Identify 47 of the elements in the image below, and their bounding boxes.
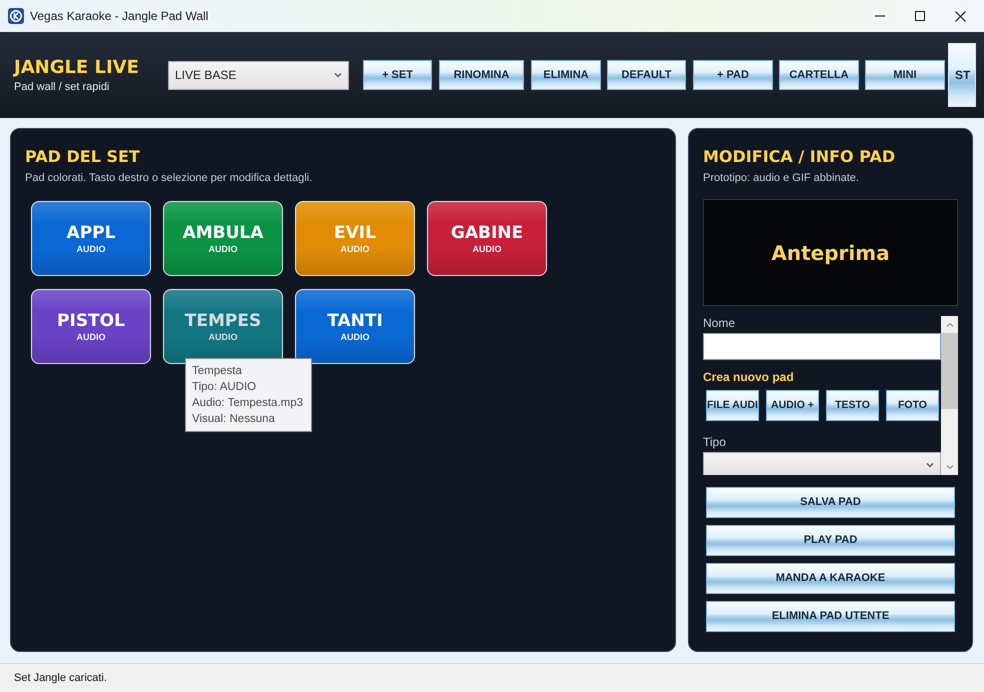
- sound-pad[interactable]: TANTI AUDIO: [295, 289, 415, 364]
- scroll-up-icon[interactable]: [946, 322, 954, 328]
- maximize-icon[interactable]: [915, 11, 925, 21]
- scroll-down-icon[interactable]: [946, 464, 954, 470]
- chevron-down-icon: [926, 462, 934, 468]
- name-input-field[interactable]: [703, 333, 941, 360]
- tooltip: Tempesta Tipo: AUDIO Audio: Tempesta.mp3 Visual: Nessuna: [185, 358, 312, 432]
- close-icon[interactable]: [955, 10, 966, 22]
- status-text: Set Jangle caricati.: [0, 663, 984, 692]
- create-button[interactable]: TESTO: [826, 390, 879, 421]
- create-button[interactable]: FILE AUDI: [706, 390, 759, 421]
- toolbar-button[interactable]: MINI: [865, 60, 945, 90]
- sound-pad[interactable]: GABINE AUDIO: [427, 201, 547, 276]
- toolbar-button[interactable]: CARTELLA: [779, 60, 859, 90]
- toolbar-button[interactable]: + PAD: [693, 60, 773, 90]
- action-button[interactable]: ELIMINA PAD UTENTE: [706, 601, 955, 632]
- sound-pad[interactable]: APPL AUDIO: [31, 201, 151, 276]
- sound-pad[interactable]: PISTOL AUDIO: [31, 289, 151, 364]
- create-button[interactable]: FOTO: [886, 390, 939, 421]
- field-label: Tipo: [703, 435, 727, 449]
- panel-title: MODIFICA / INFO PAD: [703, 147, 896, 167]
- panel-subtitle: Prototipo: audio e GIF abbinate.: [703, 171, 860, 185]
- chevron-down-icon: [334, 72, 342, 78]
- scrollbar[interactable]: [941, 316, 958, 475]
- toolbar-button[interactable]: + SET: [363, 60, 432, 90]
- app-brand-title: JANGLE LIVE: [14, 56, 140, 78]
- scrollbar-thumb[interactable]: [941, 333, 958, 409]
- section-label: Crea nuovo pad: [703, 370, 795, 384]
- field-label: Nome: [703, 316, 736, 330]
- panel-title: PAD DEL SET: [25, 147, 141, 167]
- action-button[interactable]: SALVA PAD: [706, 487, 955, 518]
- set-select[interactable]: LIVE BASE: [168, 60, 349, 90]
- action-button[interactable]: PLAY PAD: [706, 525, 955, 556]
- sound-pad[interactable]: TEMPES AUDIO: [163, 289, 283, 364]
- action-button[interactable]: MANDA A KARAOKE: [706, 563, 955, 594]
- sound-pad[interactable]: AMBULA AUDIO: [163, 201, 283, 276]
- preview-label: Anteprima: [771, 240, 890, 266]
- toolbar-button[interactable]: DEFAULT: [607, 60, 686, 90]
- window-title: Vegas Karaoke - Jangle Pad Wall: [30, 8, 208, 25]
- type-select[interactable]: [703, 452, 941, 475]
- app-icon: [8, 8, 24, 24]
- toolbar-button[interactable]: RINOMINA: [439, 60, 524, 90]
- panel-subtitle: Pad colorati. Tasto destro o selezione per modifica dettagli.: [25, 171, 314, 185]
- app-tagline: Pad wall / set rapidi: [14, 80, 110, 94]
- toolbar-button[interactable]: ST: [948, 43, 976, 107]
- create-button[interactable]: AUDIO +: [766, 390, 819, 421]
- toolbar-button[interactable]: ELIMINA: [531, 60, 601, 90]
